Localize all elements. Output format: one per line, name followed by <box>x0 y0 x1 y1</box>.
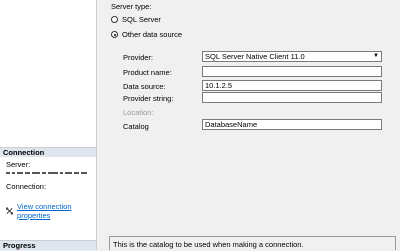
radio-other-data-source-circle[interactable] <box>111 31 118 38</box>
chevron-down-icon[interactable]: ▼ <box>373 52 381 61</box>
radio-sql-server-circle[interactable] <box>111 16 118 23</box>
provider-select-value: SQL Server Native Client 11.0 <box>205 52 305 61</box>
connection-label: Connection: <box>6 182 47 191</box>
server-type-title: Server type: <box>111 2 152 11</box>
sidebar: Connection Server: Connection: View conn… <box>0 0 97 250</box>
catalog-field[interactable]: DatabaseName <box>202 119 382 130</box>
catalog-label: Catalog <box>123 122 149 131</box>
radio-other-data-source-label: Other data source <box>122 30 183 39</box>
connection-section-header: Connection <box>0 147 96 157</box>
description-box: This is the catalog to be used when maki… <box>109 236 396 250</box>
progress-section-header: Progress <box>0 240 96 250</box>
connection-properties-icon <box>6 207 14 215</box>
provider-string-label: Provider string: <box>123 94 174 103</box>
view-connection-properties-row[interactable]: View connection properties <box>6 202 96 220</box>
product-name-label: Product name: <box>123 68 172 77</box>
data-source-field[interactable]: 10.1.2.5 <box>202 80 382 91</box>
provider-select[interactable]: SQL Server Native Client 11.0 ▼ <box>202 51 382 62</box>
view-connection-properties-link[interactable]: View connection properties <box>17 202 96 220</box>
main-panel: Server type: SQL Server Other data sourc… <box>97 0 400 250</box>
data-source-label: Data source: <box>123 82 166 91</box>
radio-sql-server[interactable]: SQL Server <box>111 15 161 24</box>
radio-sql-server-label: SQL Server <box>122 15 161 24</box>
server-value-obscured <box>6 168 94 174</box>
provider-string-field[interactable] <box>202 92 382 103</box>
radio-other-data-source[interactable]: Other data source <box>111 30 182 39</box>
provider-label: Provider: <box>123 53 154 62</box>
location-label: Location: <box>123 108 154 117</box>
product-name-field[interactable] <box>202 66 382 77</box>
